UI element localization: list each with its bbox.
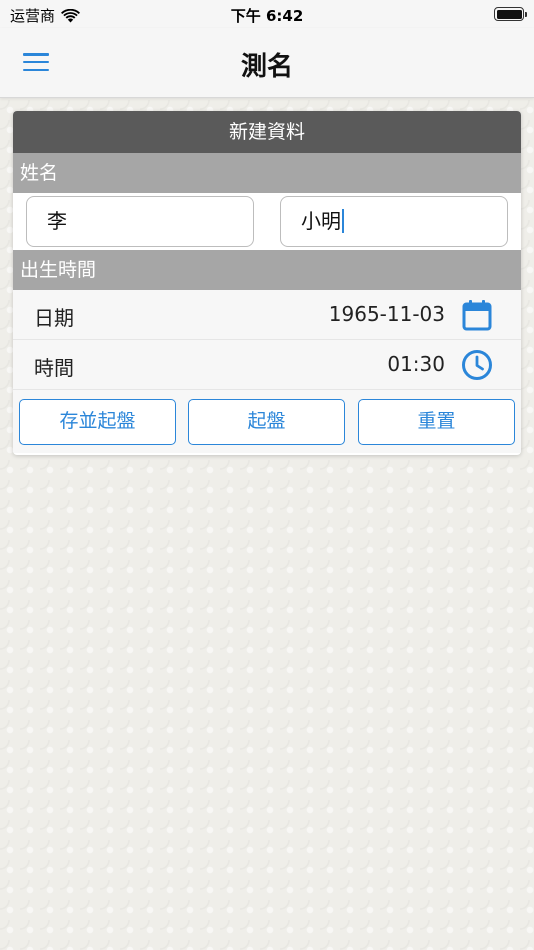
clock-icon[interactable]: [461, 349, 493, 381]
date-row[interactable]: 日期 1965-11-03: [13, 290, 521, 340]
nav-bar: 測名: [0, 28, 534, 98]
time-row[interactable]: 時間 01:30: [13, 340, 521, 390]
surname-input[interactable]: 李: [26, 196, 254, 247]
calculate-button[interactable]: 起盤: [188, 399, 345, 445]
battery-icon: [494, 7, 527, 21]
given-name-input[interactable]: 小明: [280, 196, 508, 247]
new-record-card: 新建資料 姓名 李 小明 出生時間 日期 1965-11-03 時間 01:30…: [13, 111, 521, 455]
reset-button[interactable]: 重置: [358, 399, 515, 445]
page-title: 測名: [240, 52, 293, 82]
calendar-icon[interactable]: [461, 299, 493, 331]
card-title: 新建資料: [13, 111, 521, 153]
given-name-value: 小明: [301, 209, 341, 233]
date-label: 日期: [34, 306, 74, 330]
status-time: 下午 6:42: [230, 7, 304, 25]
name-section-header: 姓名: [13, 153, 521, 193]
battery-level: [496, 9, 522, 19]
time-label: 時間: [34, 356, 74, 380]
action-buttons: 存並起盤 起盤 重置: [13, 390, 521, 453]
birth-section-header: 出生時間: [13, 250, 521, 290]
date-value[interactable]: 1965-11-03: [329, 302, 445, 326]
save-and-calculate-button[interactable]: 存並起盤: [19, 399, 176, 445]
text-cursor: [342, 209, 344, 233]
time-value[interactable]: 01:30: [387, 352, 445, 376]
status-bar: 运营商 下午 6:42: [0, 0, 534, 28]
name-row: 李 小明: [13, 193, 521, 250]
surname-value: 李: [47, 209, 67, 233]
